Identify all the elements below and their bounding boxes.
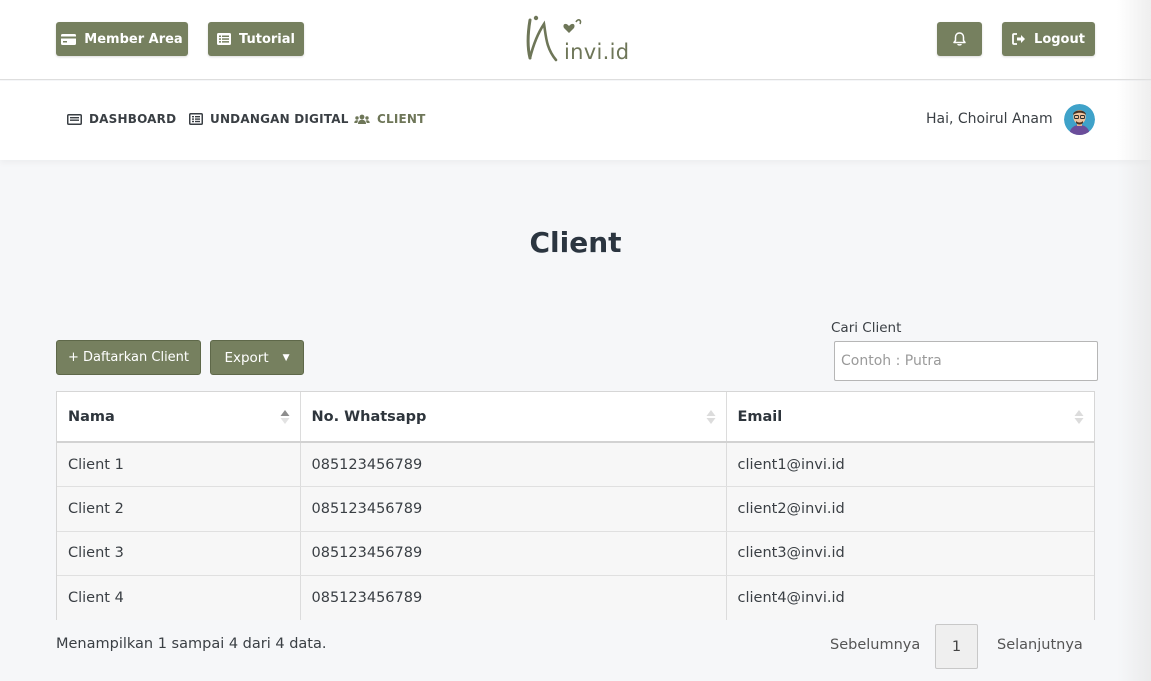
page-title: Client bbox=[529, 226, 622, 259]
nav-bar: DASHBOARD UNDANGAN DIGITAL CLIENT Hai, C… bbox=[0, 81, 1151, 160]
previous-page-button[interactable]: Sebelumnya bbox=[830, 637, 920, 653]
user-avatar-icon bbox=[1064, 104, 1095, 135]
cell-whatsapp: 085123456789 bbox=[300, 575, 727, 620]
column-header-label: Email bbox=[737, 408, 783, 425]
member-area-label: Member Area bbox=[84, 31, 183, 47]
cell-email: client3@invi.id bbox=[726, 531, 1094, 576]
table-row[interactable]: Client 1 085123456789 client1@invi.id bbox=[57, 442, 1094, 487]
export-dropdown-button[interactable]: Export ▼ bbox=[210, 340, 304, 375]
bell-icon bbox=[953, 32, 966, 46]
top-bar: Member Area Tutorial invi.id Logout bbox=[0, 0, 1151, 80]
next-page-button[interactable]: Selanjutnya bbox=[997, 637, 1083, 653]
avatar[interactable] bbox=[1064, 104, 1095, 135]
member-area-button[interactable]: Member Area bbox=[56, 22, 188, 56]
sort-asc-icon bbox=[280, 410, 289, 424]
page-number-button[interactable]: 1 bbox=[935, 624, 978, 669]
cell-email: client4@invi.id bbox=[726, 575, 1094, 620]
nav-dashboard-label: DASHBOARD bbox=[89, 112, 177, 126]
table-row[interactable]: Client 2 085123456789 client2@invi.id bbox=[57, 486, 1094, 532]
sort-icon bbox=[1074, 410, 1084, 424]
add-client-button[interactable]: + Daftarkan Client bbox=[56, 340, 201, 375]
nav-client-label: CLIENT bbox=[377, 112, 426, 126]
cell-nama: Client 2 bbox=[57, 486, 301, 532]
cell-whatsapp: 085123456789 bbox=[300, 442, 727, 487]
tutorial-button[interactable]: Tutorial bbox=[208, 22, 304, 56]
export-label: Export bbox=[224, 349, 269, 366]
logout-button[interactable]: Logout bbox=[1002, 22, 1095, 56]
cell-nama: Client 3 bbox=[57, 531, 301, 576]
cell-whatsapp: 085123456789 bbox=[300, 486, 727, 532]
dashboard-icon bbox=[67, 113, 82, 125]
users-icon bbox=[354, 114, 370, 124]
table-header-row: Nama No. Whatsapp Email bbox=[57, 392, 1094, 443]
search-label: Cari Client bbox=[831, 320, 902, 336]
list-icon bbox=[189, 113, 203, 125]
search-input[interactable] bbox=[834, 341, 1098, 381]
caret-down-icon: ▼ bbox=[282, 352, 290, 363]
client-table: Nama No. Whatsapp Email Client 1 0851234… bbox=[56, 391, 1095, 620]
nav-item-client[interactable]: CLIENT bbox=[354, 112, 426, 126]
user-greeting: Hai, Choirul Anam bbox=[926, 111, 1053, 127]
cell-nama: Client 4 bbox=[57, 575, 301, 620]
column-header-label: No. Whatsapp bbox=[311, 408, 427, 425]
nav-item-dashboard[interactable]: DASHBOARD bbox=[67, 112, 176, 126]
column-header-email[interactable]: Email bbox=[726, 392, 1094, 443]
list-alt-icon bbox=[217, 33, 232, 45]
credit-card-icon bbox=[61, 33, 77, 45]
logout-label: Logout bbox=[1034, 31, 1085, 47]
nav-undangan-label: UNDANGAN DIGITAL bbox=[210, 112, 349, 126]
sort-icon bbox=[706, 410, 715, 424]
cell-whatsapp: 085123456789 bbox=[300, 531, 727, 576]
logo-text: invi.id bbox=[564, 40, 630, 64]
cell-email: client1@invi.id bbox=[726, 442, 1094, 487]
pagination-info: Menampilkan 1 sampai 4 dari 4 data. bbox=[56, 636, 327, 652]
tutorial-label: Tutorial bbox=[239, 31, 295, 47]
table-row[interactable]: Client 3 085123456789 client3@invi.id bbox=[57, 531, 1094, 576]
column-header-nama[interactable]: Nama bbox=[57, 392, 301, 443]
cell-email: client2@invi.id bbox=[726, 486, 1094, 532]
sign-out-icon bbox=[1012, 33, 1026, 45]
table-row[interactable]: Client 4 085123456789 client4@invi.id bbox=[57, 575, 1094, 620]
column-header-whatsapp[interactable]: No. Whatsapp bbox=[300, 392, 727, 443]
notifications-button[interactable] bbox=[937, 22, 982, 56]
invi-logo[interactable]: invi.id bbox=[522, 12, 630, 68]
cell-nama: Client 1 bbox=[57, 442, 301, 487]
column-header-label: Nama bbox=[68, 408, 115, 425]
nav-item-undangan-digital[interactable]: UNDANGAN DIGITAL bbox=[189, 112, 349, 126]
